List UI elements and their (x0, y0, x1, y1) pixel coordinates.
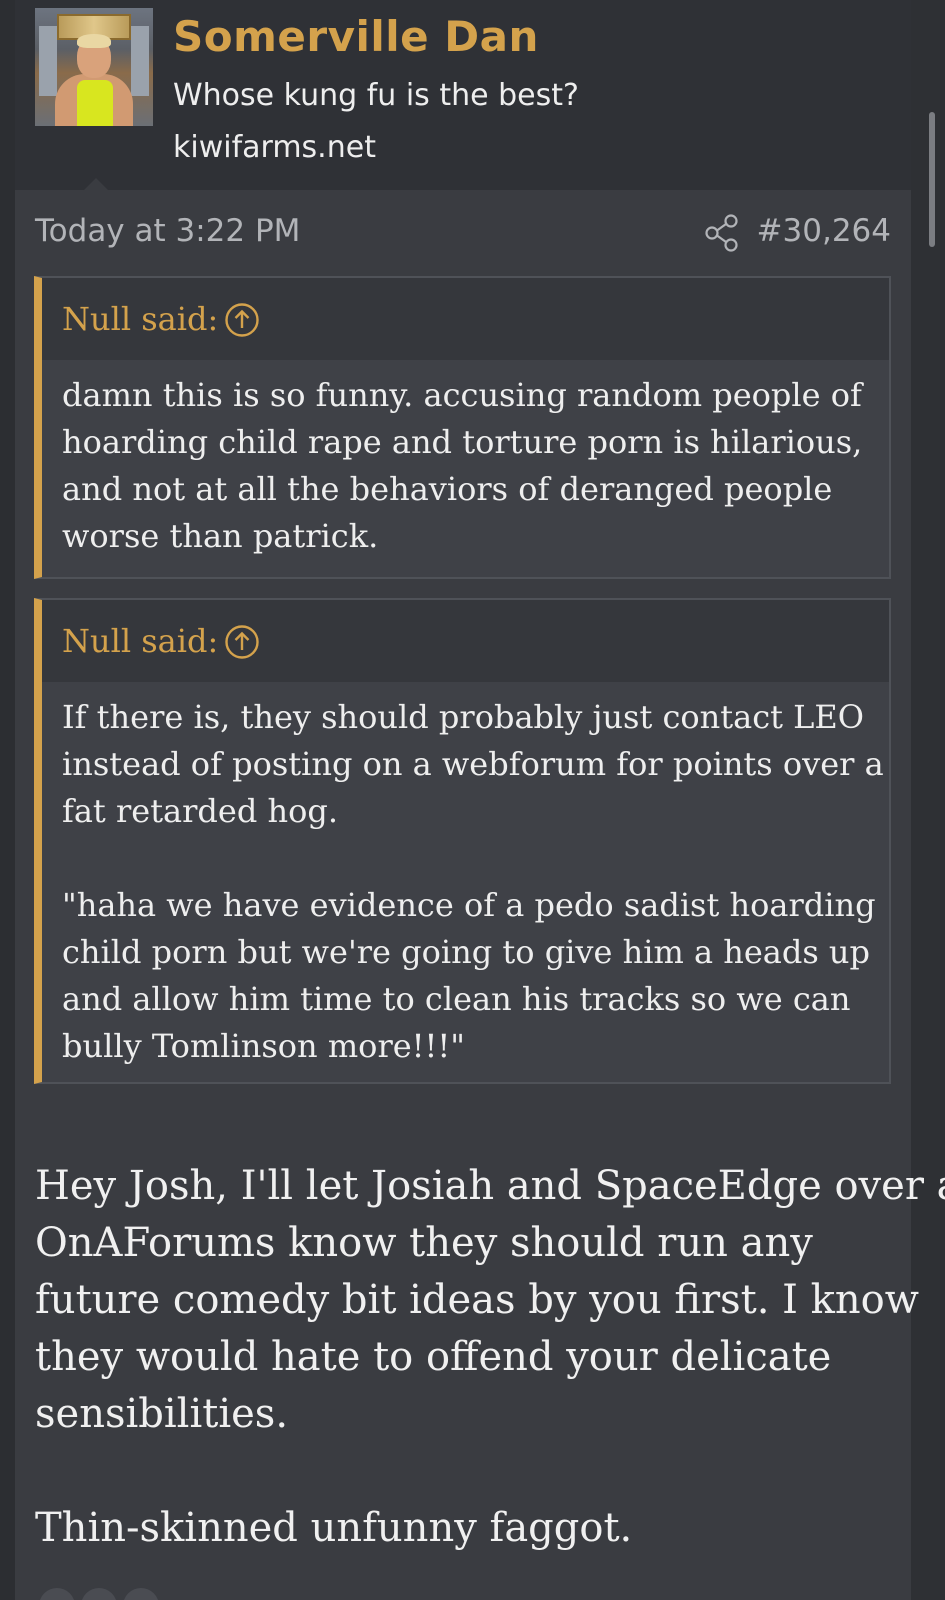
reaction-icon[interactable] (39, 1588, 75, 1600)
share-icon[interactable] (705, 214, 739, 252)
quote-block: Null said: If there is, they should prob… (34, 598, 891, 1084)
quote-author[interactable]: Null said: (62, 300, 218, 338)
page-gutter-left (0, 0, 15, 1600)
quote-line: instead of posting on a webforum for poi… (62, 745, 884, 783)
reaction-bar[interactable] (39, 1588, 169, 1600)
quote-header: Null said: (42, 600, 889, 682)
message-line: OnAForums know they should run any (35, 1220, 813, 1266)
quote-line: hoarding child rape and torture porn is … (62, 423, 863, 461)
quote-line: "haha we have evidence of a pedo sadist … (62, 886, 876, 924)
username-link[interactable]: Somerville Dan (173, 12, 539, 61)
post-date-link[interactable]: Today at 3:22 PM (35, 213, 300, 249)
quote-body: If there is, they should probably just c… (42, 682, 889, 1088)
quote-body: damn this is so funny. accusing random p… (42, 360, 889, 578)
quote-header: Null said: (42, 278, 889, 360)
quote-line: If there is, they should probably just c… (62, 698, 865, 736)
quote-line: fat retarded hog. (62, 792, 339, 830)
avatar-tank-top (77, 80, 113, 126)
user-site: kiwifarms.net (173, 130, 376, 165)
post-message: Hey Josh, I'll let Josiah and SpaceEdge … (35, 1158, 945, 1557)
reaction-icon[interactable] (81, 1588, 117, 1600)
avatar-pillar-right (131, 26, 149, 96)
jump-to-quote-icon[interactable] (224, 302, 260, 338)
user-header: Somerville Dan Whose kung fu is the best… (15, 0, 911, 191)
avatar-pillar-left (39, 26, 57, 96)
reaction-icon[interactable] (123, 1588, 159, 1600)
message-line: Thin-skinned unfunny faggot. (35, 1505, 633, 1551)
message-line: future comedy bit ideas by you first. I … (35, 1277, 920, 1323)
avatar-hair (77, 34, 111, 48)
message-line: they would hate to offend your delicate (35, 1334, 832, 1380)
user-title: Whose kung fu is the best? (173, 78, 579, 113)
forum-post: Somerville Dan Whose kung fu is the best… (15, 0, 945, 1600)
user-avatar[interactable] (35, 8, 153, 126)
quote-line: child porn but we're going to give him a… (62, 933, 870, 971)
quote-line: and not at all the behaviors of deranged… (62, 470, 833, 508)
jump-to-quote-icon[interactable] (224, 624, 260, 660)
quote-block: Null said: damn this is so funny. accusi… (34, 276, 891, 579)
quote-line: worse than patrick. (62, 517, 379, 555)
scrollbar-thumb[interactable] (929, 112, 935, 247)
quote-line: and allow him time to clean his tracks s… (62, 980, 851, 1018)
quote-author[interactable]: Null said: (62, 622, 218, 660)
message-line: Hey Josh, I'll let Josiah and SpaceEdge … (35, 1163, 945, 1209)
quote-line: bully Tomlinson more!!!" (62, 1027, 465, 1065)
quote-line: damn this is so funny. accusing random p… (62, 376, 862, 414)
post-number-link[interactable]: #30,264 (757, 213, 891, 249)
page-gutter-right (911, 0, 945, 1600)
message-line: sensibilities. (35, 1391, 289, 1437)
